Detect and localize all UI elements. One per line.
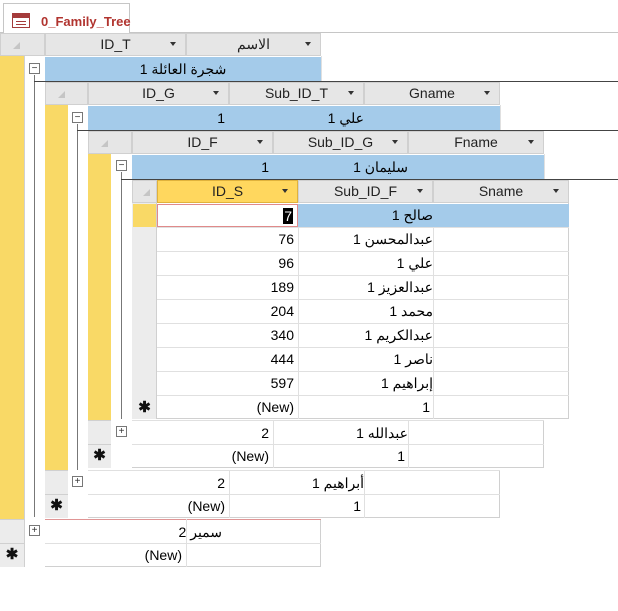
column-header-id-f[interactable]: ID_F bbox=[132, 131, 273, 154]
expand-icon[interactable]: + bbox=[72, 476, 83, 487]
level4-grid: 7 صالح 1 76 عبدالمحسن 1 96 علي 1 189 عبد… bbox=[157, 203, 569, 419]
level2-row2[interactable]: 2 أبراهيم 1 bbox=[88, 470, 500, 494]
row-selector-level2-row2[interactable] bbox=[45, 470, 68, 494]
level4-row7[interactable]: 444 ناصر 1 bbox=[157, 347, 569, 371]
column-header-fname[interactable]: Fname bbox=[408, 131, 544, 154]
select-all-corner[interactable] bbox=[0, 33, 45, 56]
level3-lower-rows: 2 عبدالله 1 (New) 1 bbox=[132, 420, 544, 468]
tab-label: 0_Family_Tree bbox=[41, 14, 131, 29]
new-record-icon: ✱ bbox=[138, 399, 151, 416]
level1-new-row[interactable]: (New) bbox=[45, 543, 321, 567]
level1-lower-rows: سمير 2 (New) bbox=[45, 519, 321, 567]
level4-row4[interactable]: 189 عبدالعزيز 1 bbox=[157, 275, 569, 299]
column-header-sub-id-g[interactable]: Sub_ID_G bbox=[273, 131, 408, 154]
new-record-icon: ✱ bbox=[93, 447, 106, 464]
level4-row2[interactable]: 76 عبدالمحسن 1 bbox=[157, 227, 569, 251]
row-selector-level1-row2[interactable] bbox=[0, 519, 24, 543]
row-selector-level3-new[interactable]: ✱ bbox=[88, 444, 111, 468]
collapse-icon[interactable]: − bbox=[116, 160, 127, 171]
row-selector-level3-selected[interactable] bbox=[88, 154, 111, 420]
table-icon bbox=[12, 13, 30, 28]
subdatasheet-corner-level3[interactable] bbox=[88, 131, 132, 154]
level4-row8[interactable]: 597 إبراهيم 1 bbox=[157, 371, 569, 395]
dropdown-arrow-icon bbox=[528, 140, 534, 144]
column-header-gname[interactable]: Gname bbox=[364, 82, 500, 105]
level1-row1[interactable]: شجرة العائلة 1 bbox=[45, 57, 321, 81]
level2-row1[interactable]: 1 علي 1 bbox=[88, 106, 500, 130]
column-header-sub-id-t[interactable]: Sub_ID_T bbox=[229, 82, 364, 105]
level2-new-row[interactable]: (New) 1 bbox=[88, 494, 500, 518]
level1-row2[interactable]: سمير 2 bbox=[45, 519, 321, 543]
dropdown-arrow-icon bbox=[282, 189, 288, 193]
expand-icon[interactable]: + bbox=[29, 525, 40, 536]
level4-row1[interactable]: صالح 1 bbox=[298, 204, 569, 227]
level2-lower-rows: 2 أبراهيم 1 (New) 1 bbox=[88, 470, 500, 518]
row-selector-column-level4 bbox=[132, 203, 157, 419]
level3-row1[interactable]: 1 سليمان 1 bbox=[132, 155, 544, 179]
dropdown-arrow-icon bbox=[305, 42, 311, 46]
column-header-id-t[interactable]: ID_T bbox=[45, 33, 186, 56]
level3-new-row[interactable]: (New) 1 bbox=[132, 444, 544, 468]
row-selector-current[interactable] bbox=[133, 204, 156, 227]
row-selector-level1-new[interactable]: ✱ bbox=[0, 543, 24, 567]
expand-icon[interactable]: + bbox=[116, 426, 127, 437]
level4-row5[interactable]: 204 محمد 1 bbox=[157, 299, 569, 323]
level4-new-row[interactable]: (New) 1 bbox=[157, 395, 569, 419]
column-header-name[interactable]: الاسم bbox=[186, 33, 321, 56]
dropdown-arrow-icon bbox=[348, 91, 354, 95]
tab-family-tree[interactable]: 0_Family_Tree bbox=[3, 3, 131, 34]
level4-row3[interactable]: 96 علي 1 bbox=[157, 251, 569, 275]
dropdown-arrow-icon bbox=[417, 189, 423, 193]
collapse-icon[interactable]: − bbox=[72, 112, 83, 123]
new-record-icon: ✱ bbox=[50, 497, 63, 514]
row-selector-level2-selected[interactable] bbox=[45, 105, 68, 470]
row-selector-level1-selected[interactable] bbox=[0, 56, 24, 519]
corner-icon bbox=[13, 42, 20, 49]
dropdown-arrow-icon bbox=[553, 189, 559, 193]
id-s-edit-field[interactable]: 7 bbox=[157, 204, 298, 227]
row-selector-level2-new[interactable]: ✱ bbox=[45, 494, 68, 518]
column-header-sub-id-f[interactable]: Sub_ID_F bbox=[298, 180, 433, 203]
level3-row2[interactable]: 2 عبدالله 1 bbox=[132, 420, 544, 444]
collapse-icon[interactable]: − bbox=[29, 63, 40, 74]
dropdown-arrow-icon bbox=[170, 42, 176, 46]
column-header-sname[interactable]: Sname bbox=[433, 180, 569, 203]
row-selector-level3-row2[interactable] bbox=[88, 420, 111, 444]
new-record-icon: ✱ bbox=[5, 546, 19, 563]
column-header-id-s[interactable]: ID_S bbox=[157, 180, 298, 203]
dropdown-arrow-icon bbox=[257, 140, 263, 144]
subdatasheet-corner-level2[interactable] bbox=[45, 82, 88, 105]
subdatasheet-corner-level4[interactable] bbox=[132, 180, 157, 203]
dropdown-arrow-icon bbox=[213, 91, 219, 95]
dropdown-arrow-icon bbox=[484, 91, 490, 95]
level4-row6[interactable]: 340 عبدالكريم 1 bbox=[157, 323, 569, 347]
column-header-id-g[interactable]: ID_G bbox=[88, 82, 229, 105]
dropdown-arrow-icon bbox=[392, 140, 398, 144]
